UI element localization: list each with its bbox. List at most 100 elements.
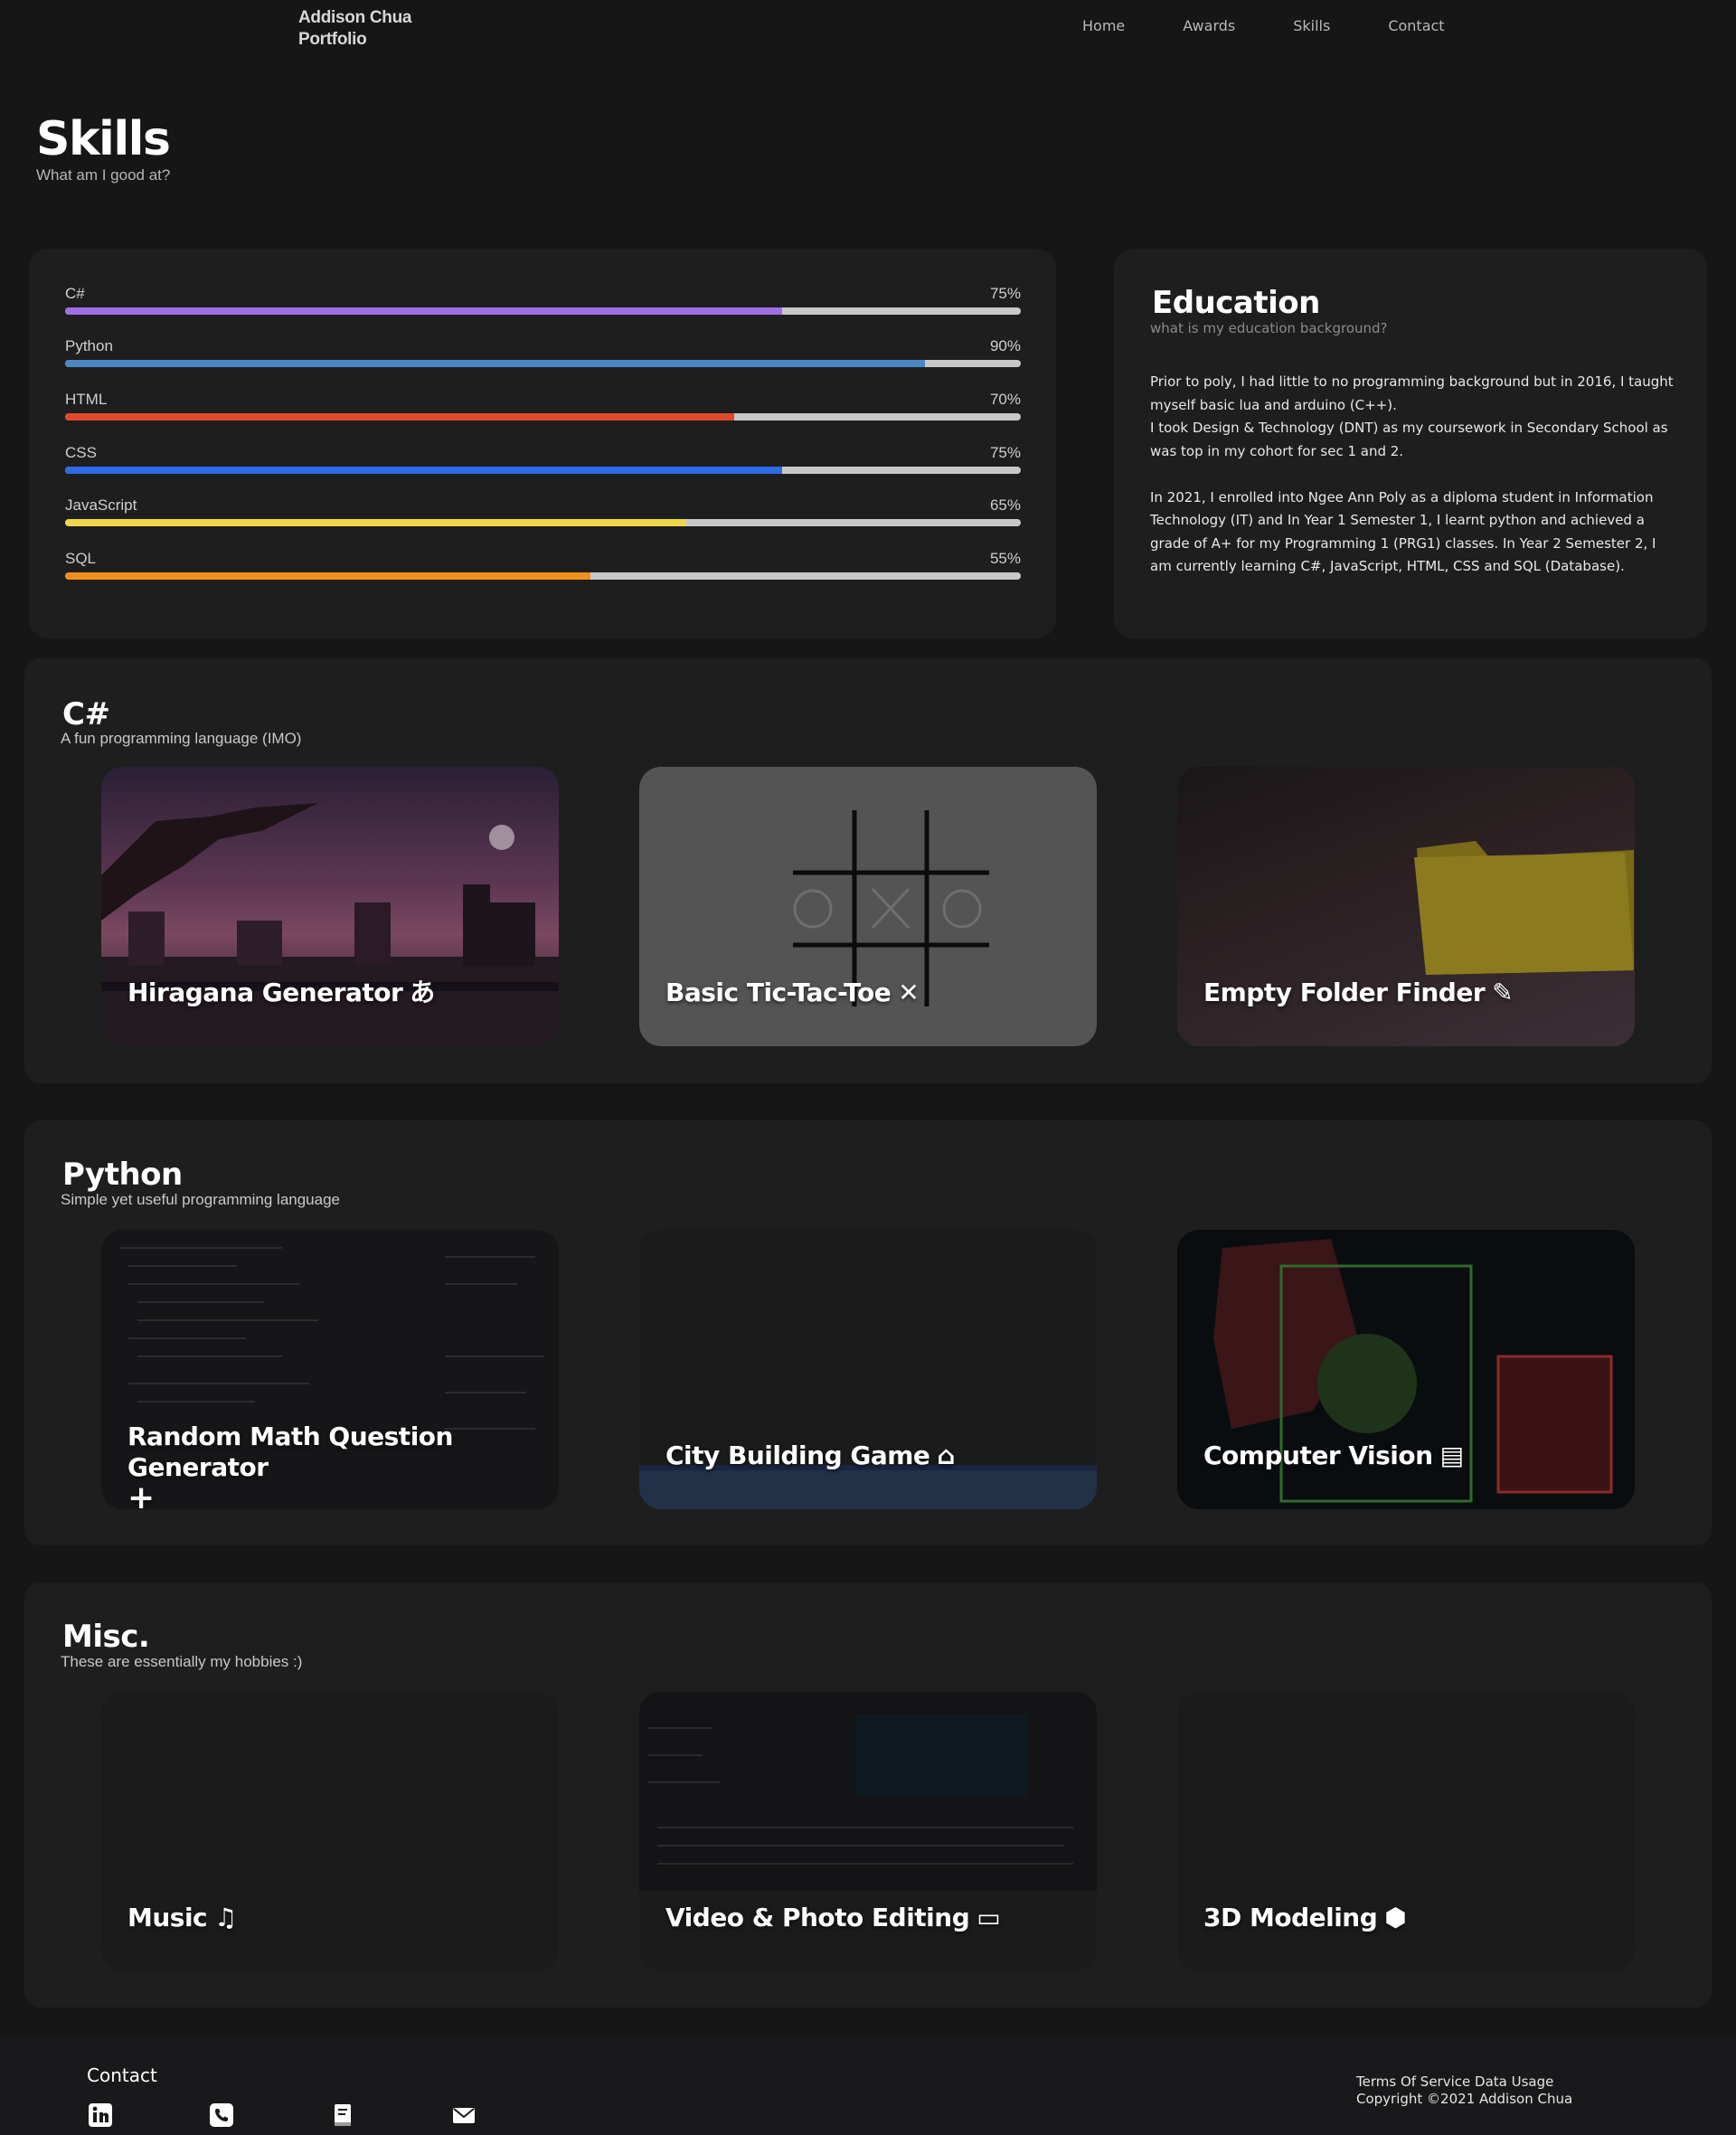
nav-awards[interactable]: Awards <box>1183 17 1235 34</box>
project-card-3d-modeling[interactable]: 3D Modeling ⬢ <box>1177 1692 1635 1971</box>
section-title: Misc. <box>62 1619 150 1655</box>
skill-name: HTML <box>65 391 108 408</box>
skill-sql: SQL 55% <box>65 550 1021 580</box>
skill-javascript: JavaScript 65% <box>65 496 1021 526</box>
section-subtitle: Simple yet useful programming language <box>61 1191 341 1208</box>
section-misc: Misc. These are essentially my hobbies :… <box>24 1582 1712 2007</box>
skill-bar <box>65 467 1021 474</box>
card-title: Hiragana Generator <box>127 978 403 1007</box>
education-subtitle: what is my education background? <box>1150 320 1388 336</box>
section-subtitle: A fun programming language (IMO) <box>61 730 302 747</box>
card-title: Computer Vision <box>1203 1441 1433 1470</box>
plus-icon: + <box>127 1479 155 1510</box>
main-nav: Home Awards Skills Contact <box>1082 17 1503 34</box>
education-line: Prior to poly, I had little to no progra… <box>1150 373 1674 413</box>
education-line: I took Design & Technology (DNT) as my c… <box>1150 420 1668 459</box>
card-label: Hiragana Generator あ <box>127 978 435 1008</box>
footer: Contact Terms Of Service Data Usage Copy… <box>0 2036 1736 2135</box>
card-label: Computer Vision ▤ <box>1203 1441 1464 1471</box>
x-mark-icon: ✕ <box>898 978 920 1007</box>
card-title: Music <box>127 1903 208 1932</box>
footer-contact-title: Contact <box>87 2064 157 2086</box>
skill-percent: 65% <box>989 496 1021 514</box>
project-card-video-photo-editing[interactable]: Video & Photo Editing ▭ <box>639 1692 1097 1971</box>
skill-html: HTML 70% <box>65 391 1021 420</box>
skill-name: JavaScript <box>65 496 137 514</box>
skill-bar-fill <box>65 307 782 315</box>
linkedin-icon[interactable] <box>87 2102 114 2129</box>
pen-icon: ✎ <box>1492 978 1514 1007</box>
skill-bar-fill <box>65 519 687 526</box>
skill-bar-fill <box>65 360 926 367</box>
skill-percent: 55% <box>989 550 1021 567</box>
copyright: Copyright ©2021 Addison Chua <box>1356 2091 1573 2107</box>
skill-bar-fill <box>65 413 734 420</box>
skills-panel: C# 75% Python 90% HTML 70% CSS 75% JavaScrip… <box>29 249 1056 638</box>
education-line: In 2021, I enrolled into Ngee Ann Poly a… <box>1150 488 1656 575</box>
page-subtitle: What am I good at? <box>36 166 171 184</box>
data-usage-link[interactable]: Data Usage <box>1475 2074 1553 2090</box>
card-title: Empty Folder Finder <box>1203 978 1486 1007</box>
site-brand[interactable]: Addison Chua Portfolio <box>298 7 411 51</box>
project-card-music[interactable]: Music ♫ <box>101 1692 559 1971</box>
card-label: Random Math Question Generator + <box>127 1422 543 1509</box>
mail-icon[interactable] <box>450 2102 477 2129</box>
project-card-computer-vision[interactable]: Computer Vision ▤ <box>1177 1230 1635 1509</box>
film-icon: ▭ <box>976 1903 1001 1932</box>
skill-name: C# <box>65 285 85 302</box>
phone-icon[interactable] <box>208 2102 235 2129</box>
card-label: Music ♫ <box>127 1903 237 1933</box>
hiragana-icon: あ <box>410 978 435 1007</box>
skill-percent: 90% <box>989 337 1021 354</box>
skill-percent: 75% <box>989 285 1021 302</box>
project-card-empty-folder-finder[interactable]: Empty Folder Finder ✎ <box>1177 767 1635 1046</box>
card-label: Video & Photo Editing ▭ <box>665 1903 1001 1933</box>
brand-name: Addison Chua <box>298 8 412 27</box>
skill-name: CSS <box>65 444 97 461</box>
card-title: 3D Modeling <box>1203 1903 1378 1932</box>
music-note-icon: ♫ <box>214 1903 237 1932</box>
card-title: City Building Game <box>665 1441 930 1470</box>
card-title: Random Math Question Generator <box>127 1422 453 1482</box>
brand-subtitle: Portfolio <box>298 30 367 49</box>
skill-bar <box>65 307 1021 315</box>
project-card-tic-tac-toe[interactable]: Basic Tic-Tac-Toe ✕ <box>639 767 1097 1046</box>
skill-bar <box>65 572 1021 580</box>
skill-name: SQL <box>65 550 97 567</box>
section-title: Python <box>62 1157 183 1193</box>
education-panel: Education what is my education backgroun… <box>1114 249 1707 638</box>
terms-link[interactable]: Terms Of Service <box>1356 2074 1470 2090</box>
section-csharp: C# A fun programming language (IMO) Hira… <box>24 658 1712 1083</box>
skill-css: CSS 75% <box>65 444 1021 474</box>
project-card-hiragana-generator[interactable]: Hiragana Generator あ <box>101 767 559 1046</box>
education-title: Education <box>1152 285 1320 321</box>
skill-bar <box>65 519 1021 526</box>
project-card-city-building-game[interactable]: City Building Game ⌂ <box>639 1230 1097 1509</box>
card-label: Basic Tic-Tac-Toe ✕ <box>665 978 920 1008</box>
card-label: Empty Folder Finder ✎ <box>1203 978 1514 1008</box>
skill-csharp: C# 75% <box>65 285 1021 315</box>
footer-legal: Terms Of Service Data Usage Copyright ©2… <box>1356 2074 1572 2108</box>
card-label: City Building Game ⌂ <box>665 1441 955 1471</box>
skill-bar <box>65 360 1021 367</box>
skill-percent: 70% <box>989 391 1021 408</box>
house-icon: ⌂ <box>937 1441 955 1470</box>
card-title: Video & Photo Editing <box>665 1903 970 1932</box>
education-body: Prior to poly, I had little to no progra… <box>1150 371 1675 601</box>
nav-skills[interactable]: Skills <box>1293 17 1330 34</box>
skill-python: Python 90% <box>65 337 1021 367</box>
section-python: Python Simple yet useful programming lan… <box>24 1120 1712 1545</box>
skill-bar <box>65 413 1021 420</box>
card-title: Basic Tic-Tac-Toe <box>665 978 892 1007</box>
skill-bar-fill <box>65 467 782 474</box>
section-title: C# <box>62 696 110 732</box>
nav-home[interactable]: Home <box>1082 17 1125 34</box>
resume-icon[interactable] <box>329 2102 356 2129</box>
nav-contact[interactable]: Contact <box>1388 17 1444 34</box>
section-subtitle: These are essentially my hobbies :) <box>61 1653 303 1670</box>
project-card-random-math-question-generator[interactable]: Random Math Question Generator + <box>101 1230 559 1509</box>
skill-bar-fill <box>65 572 591 580</box>
cube-icon: ⬢ <box>1384 1903 1407 1932</box>
skill-name: Python <box>65 337 113 354</box>
skill-percent: 75% <box>989 444 1021 461</box>
